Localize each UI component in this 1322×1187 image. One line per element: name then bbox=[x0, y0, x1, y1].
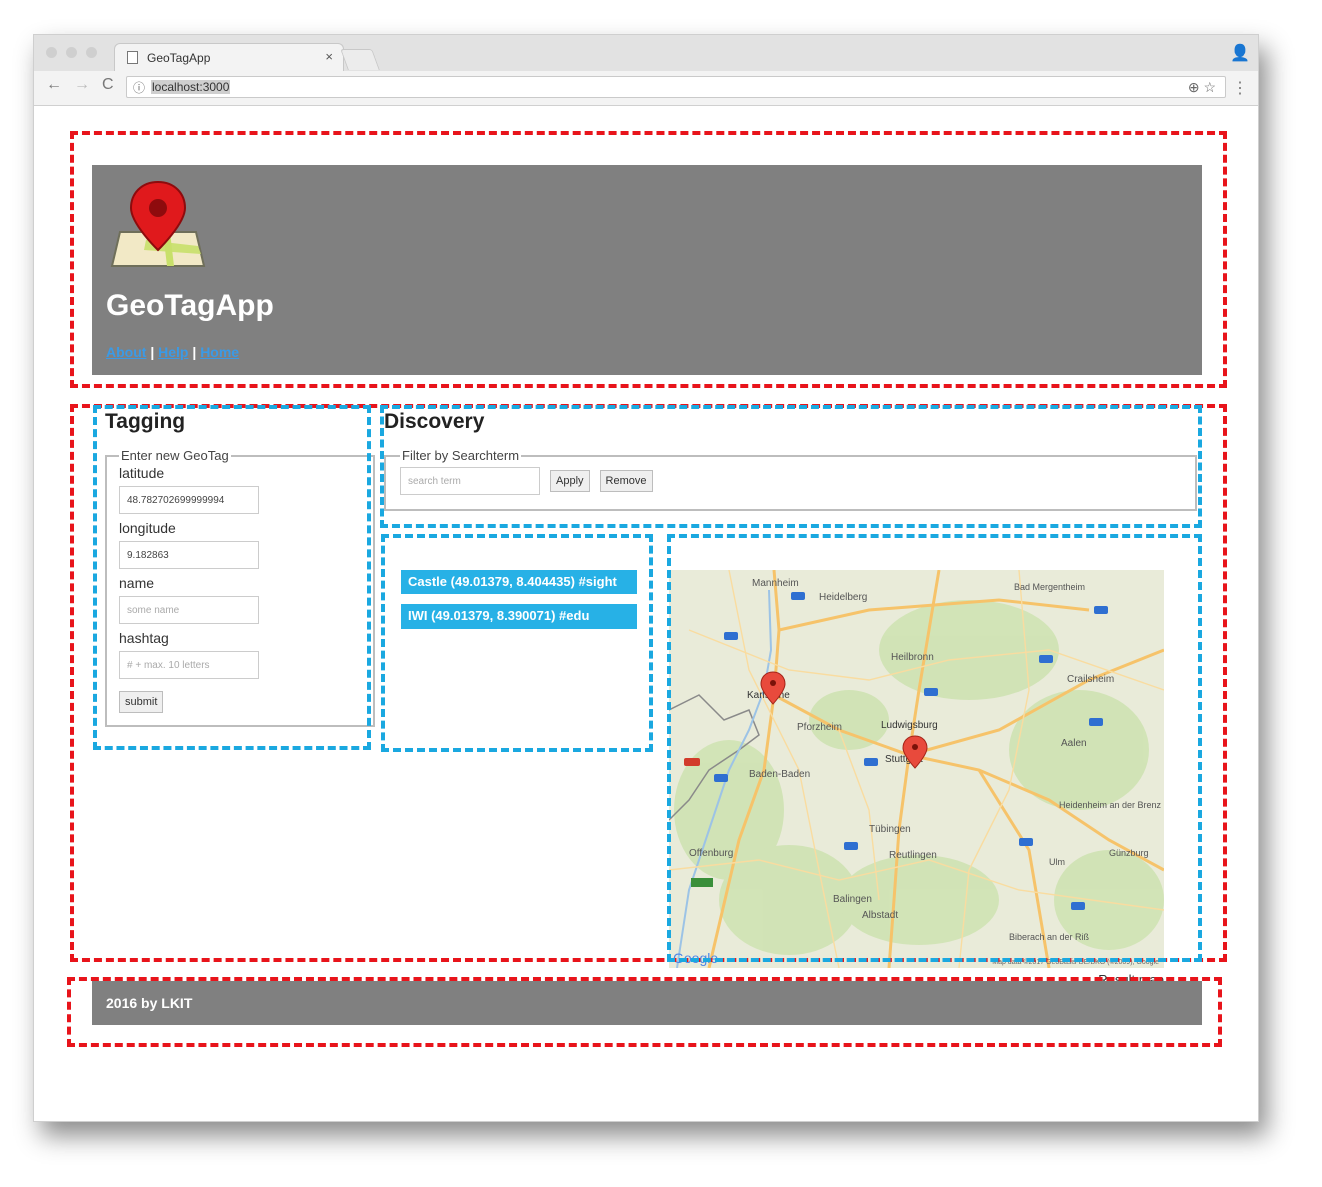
map-place-label: Reutlingen bbox=[889, 850, 937, 861]
map-place-label: Tübingen bbox=[869, 824, 911, 835]
remove-button[interactable]: Remove bbox=[599, 470, 653, 492]
map-place-label: Günzburg bbox=[1109, 848, 1149, 858]
hashtag-label: hashtag bbox=[119, 630, 169, 646]
map-place-label: Crailsheim bbox=[1067, 674, 1114, 685]
map-place-label: Ludwigsburg bbox=[881, 720, 938, 731]
result-item[interactable]: IWI (49.01379, 8.390071) #edu bbox=[401, 604, 637, 629]
browser-toolbar: ← → C ⓘ localhost:3000 ⊕ ☆ ⋮ bbox=[34, 71, 1258, 106]
result-map[interactable]: Mannheim Heidelberg Bad Mergentheim Heil… bbox=[669, 570, 1164, 968]
discovery-section: Discovery Filter by Searchterm Apply Rem… bbox=[384, 410, 1197, 511]
map-pin-logo-icon bbox=[110, 180, 206, 267]
tagging-legend: Enter new GeoTag bbox=[121, 448, 229, 463]
results-list: Castle (49.01379, 8.404435) #sight IWI (… bbox=[401, 570, 637, 639]
map-place-label: Aalen bbox=[1061, 738, 1087, 749]
map-place-label: Baden-Baden bbox=[749, 769, 810, 780]
map-place-label: Heidelberg bbox=[819, 592, 867, 603]
tab-strip: GeoTagApp × 👤 bbox=[34, 35, 1258, 71]
back-icon[interactable]: ← bbox=[46, 76, 62, 94]
nav-link-help[interactable]: Help bbox=[158, 344, 188, 360]
longitude-label: longitude bbox=[119, 520, 176, 536]
url-text: localhost:3000 bbox=[151, 80, 231, 94]
map-place-label: Heidenheim an der Brenz bbox=[1059, 800, 1162, 810]
longitude-input[interactable] bbox=[119, 541, 259, 569]
latitude-label: latitude bbox=[119, 465, 165, 481]
result-map-container: Mannheim Heidelberg Bad Mergentheim Heil… bbox=[669, 570, 1164, 987]
site-footer: 2016 by LKIT bbox=[92, 981, 1202, 1025]
site-nav: About | Help | Home bbox=[106, 344, 239, 360]
forward-icon[interactable]: → bbox=[74, 76, 90, 94]
discovery-heading: Discovery bbox=[384, 410, 485, 433]
map-place-label: Offenburg bbox=[689, 848, 733, 859]
reload-icon[interactable]: C bbox=[102, 76, 114, 94]
map-place-label: Balingen bbox=[833, 894, 872, 905]
latitude-input[interactable] bbox=[119, 486, 259, 514]
name-label: name bbox=[119, 575, 155, 591]
info-icon[interactable]: ⓘ bbox=[133, 79, 145, 96]
hashtag-input[interactable] bbox=[119, 651, 259, 679]
site-header: GeoTagApp About | Help | Home bbox=[92, 165, 1202, 375]
page-icon bbox=[127, 51, 138, 64]
name-input[interactable] bbox=[119, 596, 259, 624]
google-logo: Google bbox=[673, 950, 718, 966]
tagging-form: Enter new GeoTag latitude longitude name… bbox=[105, 448, 375, 727]
tagging-section: Tagging Enter new GeoTag latitude longit… bbox=[105, 410, 375, 727]
footer-text: 2016 by LKIT bbox=[106, 995, 193, 1011]
apply-button[interactable]: Apply bbox=[550, 470, 590, 492]
map-place-label: Ulm bbox=[1049, 857, 1065, 867]
site-title: GeoTagApp bbox=[106, 289, 274, 322]
submit-button[interactable]: submit bbox=[119, 691, 164, 713]
filter-legend: Filter by Searchterm bbox=[402, 448, 520, 463]
filter-form: Filter by Searchterm Apply Remove bbox=[384, 448, 1197, 511]
map-place-label: Mannheim bbox=[752, 578, 799, 589]
search-term-input[interactable] bbox=[400, 467, 540, 495]
nav-link-about[interactable]: About bbox=[106, 344, 146, 360]
nav-separator: | bbox=[188, 344, 201, 360]
new-tab-button[interactable] bbox=[340, 49, 380, 70]
tab-close-icon[interactable]: × bbox=[325, 49, 333, 64]
profile-icon[interactable]: 👤 bbox=[1230, 43, 1250, 63]
nav-link-home[interactable]: Home bbox=[200, 344, 239, 360]
browser-menu-icon[interactable]: ⋮ bbox=[1232, 78, 1248, 98]
window-zoom-dot[interactable] bbox=[86, 47, 97, 58]
map-place-label: Albstadt bbox=[862, 910, 898, 921]
tagging-heading: Tagging bbox=[105, 410, 186, 433]
map-attribution: Map data ©2017 GeoBasis-DE/BKG (©2009), … bbox=[992, 958, 1159, 966]
map-place-label: Biberach an der Riß bbox=[1009, 932, 1090, 942]
window-close-dot[interactable] bbox=[46, 47, 57, 58]
tab-title: GeoTagApp bbox=[147, 50, 211, 65]
window-minimize-dot[interactable] bbox=[66, 47, 77, 58]
map-place-label: Bad Mergentheim bbox=[1014, 582, 1085, 592]
nav-separator: | bbox=[146, 344, 159, 360]
map-place-label: Pforzheim bbox=[797, 722, 842, 733]
map-place-label: Heilbronn bbox=[891, 652, 934, 663]
address-bar[interactable]: ⓘ localhost:3000 bbox=[126, 76, 1226, 98]
result-item[interactable]: Castle (49.01379, 8.404435) #sight bbox=[401, 570, 637, 595]
browser-tab[interactable]: GeoTagApp × bbox=[114, 43, 344, 71]
location-bookmark-icons[interactable]: ⊕ ☆ bbox=[1188, 79, 1216, 96]
filter-row: Apply Remove bbox=[400, 467, 1181, 495]
